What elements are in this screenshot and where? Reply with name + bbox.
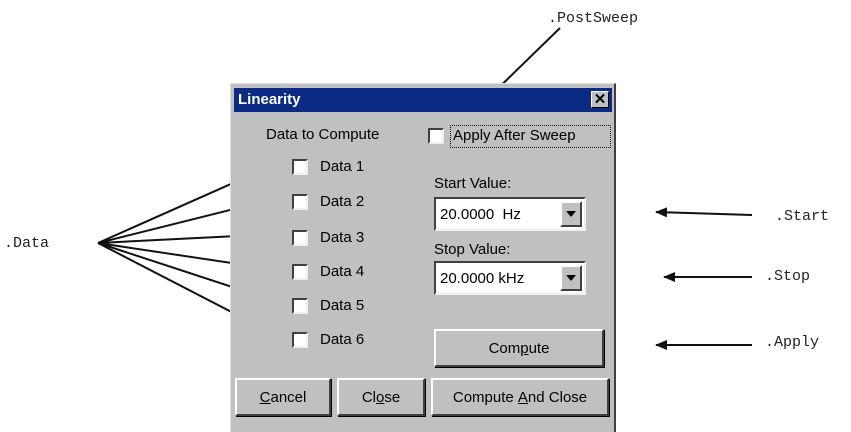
title-bar[interactable]: Linearity ✕	[234, 88, 612, 112]
stop-value-label: Stop Value:	[434, 241, 511, 258]
start-value-label: Start Value:	[434, 175, 512, 192]
data-to-compute-label: Data to Compute	[266, 126, 380, 143]
compute-button[interactable]: Com p ute	[434, 329, 604, 367]
data-4-checkbox[interactable]	[292, 264, 308, 280]
data-1-checkbox[interactable]	[292, 159, 308, 175]
dialog-title: Linearity	[238, 91, 301, 108]
data-3-label: Data 3	[320, 229, 365, 246]
data-2-label: Data 2	[320, 193, 365, 210]
start-value-dropdown[interactable]: 20.0000 Hz	[434, 197, 586, 231]
data-4-label: Data 4	[320, 263, 365, 280]
data-3-checkbox[interactable]	[292, 230, 308, 246]
stop-annotation: .Stop	[765, 268, 811, 285]
linearity-dialog: Linearity ✕ Data to Compute Apply After …	[230, 83, 616, 432]
compute-and-close-button[interactable]: Compute And Close	[431, 378, 609, 416]
data-annotation: .Data	[4, 235, 50, 252]
data-6-label: Data 6	[320, 331, 365, 348]
start-arrow	[655, 207, 753, 218]
chevron-down-icon[interactable]	[560, 201, 582, 227]
stop-value-text: 20.0000 kHz	[440, 270, 525, 287]
data-1-label: Data 1	[320, 158, 365, 175]
apply-after-sweep-label: Apply After Sweep	[453, 127, 576, 144]
start-annotation: .Start	[775, 208, 830, 225]
stop-value-dropdown[interactable]: 20.0000 kHz	[434, 261, 586, 295]
apply-after-sweep-checkbox[interactable]	[428, 128, 444, 144]
chevron-down-icon[interactable]	[560, 265, 582, 291]
close-button[interactable]: Cl o se	[337, 378, 425, 416]
start-value-text: 20.0000 Hz	[440, 206, 521, 223]
close-icon[interactable]: ✕	[591, 91, 609, 108]
cancel-button[interactable]: Cancel	[235, 378, 331, 416]
data-5-label: Data 5	[320, 297, 365, 314]
data-2-checkbox[interactable]	[292, 194, 308, 210]
data-5-checkbox[interactable]	[292, 298, 308, 314]
postsweep-annotation: .PostSweep	[548, 10, 639, 27]
data-6-checkbox[interactable]	[292, 332, 308, 348]
apply-after-sweep-focus[interactable]: Apply After Sweep	[450, 125, 611, 148]
apply-annotation: .Apply	[765, 334, 820, 351]
